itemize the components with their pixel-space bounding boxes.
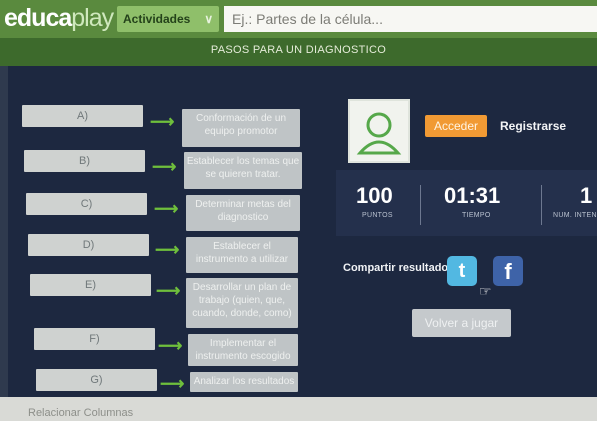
arrow-right-icon: ⟶	[158, 336, 183, 355]
right-item-2[interactable]: Establecer los temas que se quieren trat…	[184, 152, 302, 189]
search-placeholder: Ej.: Partes de la célula...	[232, 11, 383, 27]
right-item-5[interactable]: Desarrollar un plan de trabajo (quien, q…	[186, 278, 298, 328]
arrow-right-icon: ⟶	[155, 240, 180, 259]
left-item-d[interactable]: D)	[28, 234, 149, 256]
arrow-right-icon: ⟶	[152, 157, 177, 176]
top-bar: educaplay Actividades ∨ Ej.: Partes de la…	[0, 0, 597, 38]
arrow-right-icon: ⟶	[156, 281, 181, 300]
screen: educaplay Actividades ∨ Ej.: Partes de la…	[0, 0, 597, 421]
points-value: 100	[356, 183, 393, 208]
stats-divider	[420, 185, 421, 225]
twitter-icon[interactable]: t	[447, 256, 477, 286]
time-label: TIEMPO	[462, 212, 491, 219]
left-item-c[interactable]: C)	[26, 193, 147, 215]
stats-divider	[541, 185, 542, 225]
hand-cursor-icon: ☞	[479, 283, 492, 299]
avatar	[348, 99, 410, 163]
right-item-7[interactable]: Analizar los resultados	[190, 372, 298, 392]
replay-button[interactable]: Volver a jugar	[412, 309, 511, 337]
left-item-e[interactable]: E)	[30, 274, 151, 296]
right-item-3[interactable]: Determinar metas del diagnostico	[186, 195, 300, 231]
arrow-right-icon: ⟶	[154, 199, 179, 218]
left-item-f[interactable]: F)	[34, 328, 155, 350]
points-label: PUNTOS	[362, 212, 393, 219]
attempts-label: NUM. INTEN	[553, 212, 597, 219]
activity-type-label: Relacionar Columnas	[28, 407, 134, 419]
register-link[interactable]: Registrarse	[500, 119, 566, 133]
login-button[interactable]: Acceder	[425, 115, 487, 137]
facebook-icon[interactable]: f	[493, 256, 523, 286]
game-title: PASOS PARA UN DIAGNOSTICO	[210, 44, 387, 56]
activities-label: Actividades	[123, 12, 191, 26]
right-item-1[interactable]: Conformación de un equipo promotor	[182, 109, 300, 147]
right-item-4[interactable]: Establecer el instrumento a utilizar	[186, 237, 298, 273]
right-item-6[interactable]: Implementar el instrumento escogido	[188, 334, 298, 366]
activities-dropdown[interactable]: Actividades ∨	[117, 6, 220, 32]
share-label: Compartir resultado:	[343, 262, 452, 274]
search-input[interactable]: Ej.: Partes de la célula...	[224, 6, 597, 32]
arrow-right-icon: ⟶	[150, 112, 175, 131]
left-item-g[interactable]: G)	[36, 369, 157, 391]
chevron-down-icon: ∨	[204, 12, 214, 26]
left-item-a[interactable]: A)	[22, 105, 143, 127]
time-value: 01:31	[444, 183, 501, 208]
user-icon	[356, 112, 402, 155]
arrow-right-icon: ⟶	[160, 374, 185, 393]
attempts-value: 1	[580, 183, 593, 208]
left-item-b[interactable]: B)	[24, 150, 145, 172]
educaplay-logo[interactable]: educaplay	[4, 4, 114, 33]
